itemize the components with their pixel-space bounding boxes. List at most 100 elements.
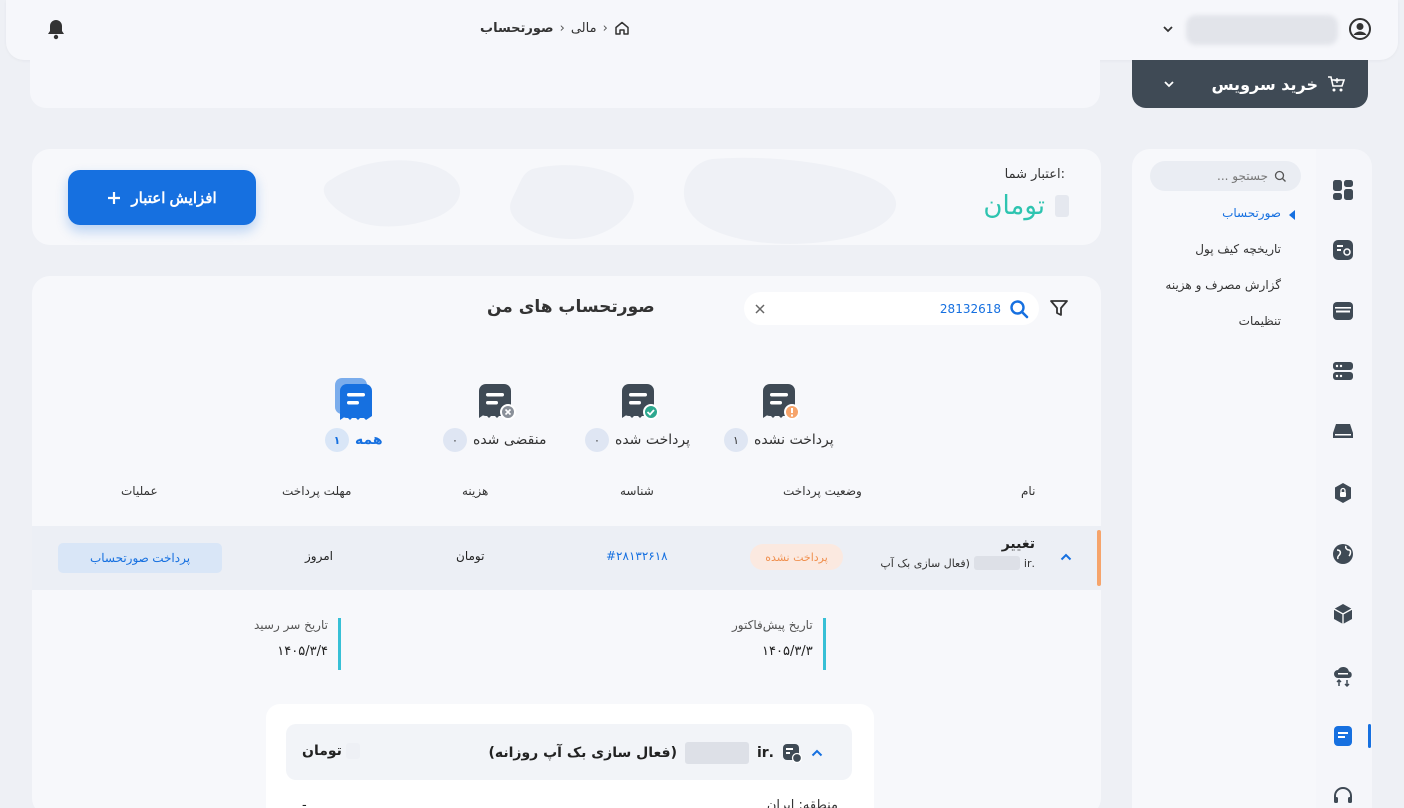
invoice-expired-icon — [473, 376, 517, 422]
user-name[interactable] — [1186, 15, 1338, 45]
document-icon[interactable] — [1332, 239, 1354, 261]
backup-icon — [782, 743, 802, 763]
row-subtitle: .ir (فعال سازی بک آپ — [880, 556, 1035, 570]
home-icon[interactable] — [614, 20, 630, 36]
globe-icon[interactable] — [1332, 543, 1354, 565]
column-header-cost: هزینه — [462, 484, 489, 498]
sidebar-item-usage-report[interactable]: گزارش مصرف و هزینه — [1165, 278, 1281, 292]
proforma-date-label: تاریخ پیش‌فاکتور — [732, 618, 813, 632]
row-domain-ext: .ir — [1023, 556, 1035, 570]
tab-expired[interactable]: منقضی شده ۰ — [443, 376, 546, 452]
tab-all[interactable]: همه ۱ — [325, 376, 383, 452]
invoice-item-header[interactable]: .ir (فعال سازی بک آپ روزانه) تومان — [286, 724, 852, 780]
invoice-warning-icon — [757, 376, 801, 422]
cloud-transfer-icon[interactable] — [1332, 664, 1354, 688]
buy-service-label: خرید سرویس — [1211, 74, 1318, 94]
credit-title: اعتبار شما: — [1004, 167, 1065, 182]
tab-label: همه — [355, 432, 383, 448]
invoice-item-price: تومان — [302, 743, 360, 759]
plus-icon — [107, 191, 121, 205]
sidebar-item-settings[interactable]: تنظیمات — [1239, 314, 1281, 328]
due-date-value: ۱۴۰۵/۳/۴ — [277, 644, 328, 659]
proforma-date: تاریخ پیش‌فاکتور ۱۴۰۵/۳/۳ — [732, 618, 826, 670]
search-icon[interactable] — [1009, 299, 1029, 319]
item-price-currency: تومان — [302, 743, 342, 759]
credit-value — [1055, 195, 1069, 217]
row-status-accent — [1097, 530, 1101, 586]
rail-active-indicator — [1368, 724, 1371, 748]
buy-service-button[interactable]: خرید سرویس — [1132, 60, 1368, 108]
breadcrumb-link[interactable]: مالی — [571, 21, 597, 36]
chevron-right-icon: › — [559, 20, 565, 36]
sidebar-item-wallet-history[interactable]: تاریخچه کیف پول — [1195, 242, 1281, 256]
active-indicator — [1289, 210, 1295, 220]
invoice-search-input[interactable]: 28132618 — [744, 292, 1039, 325]
row-desc: (فعال سازی بک آپ — [880, 556, 970, 570]
tab-label: پرداخت شده — [615, 432, 691, 448]
row-title: تغییر — [1001, 536, 1035, 552]
cart-icon — [1326, 74, 1346, 94]
tab-paid[interactable]: پرداخت شده ۰ — [585, 376, 690, 452]
search-value: 28132618 — [939, 301, 1001, 316]
row-id[interactable]: #۲۸۱۳۲۶۱۸ — [606, 549, 668, 563]
due-date-label: تاریخ سر رسید — [254, 618, 328, 632]
invoice-icon[interactable] — [1332, 725, 1354, 747]
clear-icon[interactable] — [754, 303, 766, 315]
proforma-date-value: ۱۴۰۵/۳/۳ — [762, 644, 813, 659]
invoices-title: صورتحساب های من — [487, 297, 655, 317]
cloud-server-icon[interactable] — [1332, 422, 1354, 440]
user-icon[interactable] — [1348, 17, 1372, 41]
headset-icon[interactable] — [1332, 785, 1354, 807]
search-icon — [1274, 170, 1287, 183]
item-desc: (فعال سازی بک آپ روزانه) — [488, 745, 677, 761]
tab-label: منقضی شده — [473, 432, 547, 448]
pay-invoice-button[interactable]: پرداخت صورتحساب — [58, 543, 222, 573]
breadcrumb-current: صورتحساب — [480, 20, 554, 36]
row-domain-name — [973, 556, 1020, 570]
chevron-down-icon — [1162, 77, 1176, 91]
add-credit-button[interactable]: افزایش اعتبار — [68, 170, 256, 225]
bell-icon[interactable] — [46, 18, 66, 40]
column-header-name: نام — [1021, 484, 1036, 498]
table-row[interactable]: تغییر .ir (فعال سازی بک آپ پرداخت نشده #… — [32, 526, 1101, 590]
column-header-id: شناسه — [620, 484, 654, 498]
filter-icon[interactable] — [1049, 298, 1069, 318]
tab-count: ۱ — [325, 428, 349, 452]
chevron-up-icon[interactable] — [1059, 550, 1073, 564]
credit-card: اعتبار شما: تومان افزایش اعتبار — [32, 149, 1101, 245]
sub-bar — [30, 60, 1100, 108]
invoice-item-card: .ir (فعال سازی بک آپ روزانه) تومان منطقه… — [266, 704, 874, 808]
icon-rail — [1316, 149, 1372, 808]
lock-icon[interactable] — [1332, 482, 1354, 504]
item-price-value — [345, 743, 360, 759]
chevron-down-icon[interactable] — [1161, 22, 1175, 36]
sidebar-search-placeholder: جستجو ... — [1217, 169, 1268, 183]
invoice-item-dash: - — [302, 798, 307, 808]
invoice-stack-icon — [329, 376, 379, 426]
browser-icon[interactable] — [1332, 301, 1354, 321]
tab-count: ۰ — [585, 428, 609, 452]
tab-count: ۰ — [443, 428, 467, 452]
tab-label: پرداخت نشده — [754, 432, 834, 448]
item-domain-ext: .ir — [756, 745, 774, 761]
invoice-check-icon — [616, 376, 660, 422]
chevron-right-icon: › — [602, 20, 608, 36]
dashboard-icon[interactable] — [1332, 179, 1354, 201]
column-header-due: مهلت پرداخت — [282, 484, 352, 498]
status-badge: پرداخت نشده — [750, 544, 843, 570]
invoice-item-title: .ir (فعال سازی بک آپ روزانه) — [488, 742, 824, 764]
row-name: تغییر .ir (فعال سازی بک آپ — [880, 536, 1035, 570]
server-icon[interactable] — [1332, 361, 1354, 381]
column-header-status: وضعیت پرداخت — [783, 484, 862, 498]
box-icon[interactable] — [1332, 603, 1354, 625]
sidebar-item-invoices[interactable]: صورتحساب — [1222, 206, 1281, 220]
row-due: امروز — [305, 549, 333, 563]
world-map-decoration — [323, 157, 897, 244]
tab-count: ۱ — [724, 428, 748, 452]
tab-unpaid[interactable]: پرداخت نشده ۱ — [724, 376, 834, 452]
chevron-up-icon[interactable] — [810, 746, 824, 760]
sidebar-submenu: جستجو ... صورتحساب تاریخچه کیف پول گزارش… — [1132, 149, 1317, 808]
row-cost: تومان — [456, 549, 485, 563]
invoices-card: صورتحساب های من 28132618 پرداخت نشده ۱ پ… — [32, 276, 1101, 808]
sidebar-search-input[interactable]: جستجو ... — [1150, 161, 1301, 191]
